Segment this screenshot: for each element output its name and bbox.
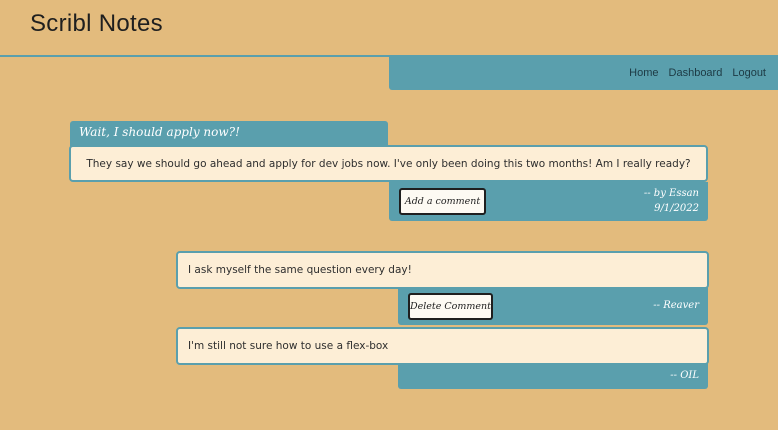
post-title: Wait, I should apply now?! (70, 121, 388, 146)
delete-comment-button[interactable]: Delete Comment (408, 293, 493, 320)
post-body-text: They say we should go ahead and apply fo… (86, 157, 691, 170)
navbar: Home Dashboard Logout (389, 55, 778, 90)
add-comment-button[interactable]: Add a comment (399, 188, 486, 215)
comment-footer: -- OIL (398, 363, 708, 389)
comment-text: I'm still not sure how to use a flex-box (188, 340, 389, 352)
comment-body: I'm still not sure how to use a flex-box (176, 327, 709, 365)
comment-footer: Delete Comment -- Reaver (398, 288, 708, 325)
comment-author: -- OIL (670, 370, 699, 381)
post-body: They say we should go ahead and apply fo… (69, 145, 708, 182)
nav-dashboard-link[interactable]: Dashboard (669, 67, 723, 79)
post-author: -- by Essan (643, 188, 699, 199)
app-title: Scribl Notes (30, 10, 163, 37)
nav-home-link[interactable]: Home (629, 67, 658, 79)
comment-body: I ask myself the same question every day… (176, 251, 709, 289)
comment-author: -- Reaver (653, 300, 699, 311)
nav-logout-link[interactable]: Logout (732, 67, 766, 79)
post-footer: Add a comment -- by Essan 9/1/2022 (389, 182, 708, 221)
comment-text: I ask myself the same question every day… (188, 264, 412, 276)
post-date: 9/1/2022 (654, 203, 699, 214)
